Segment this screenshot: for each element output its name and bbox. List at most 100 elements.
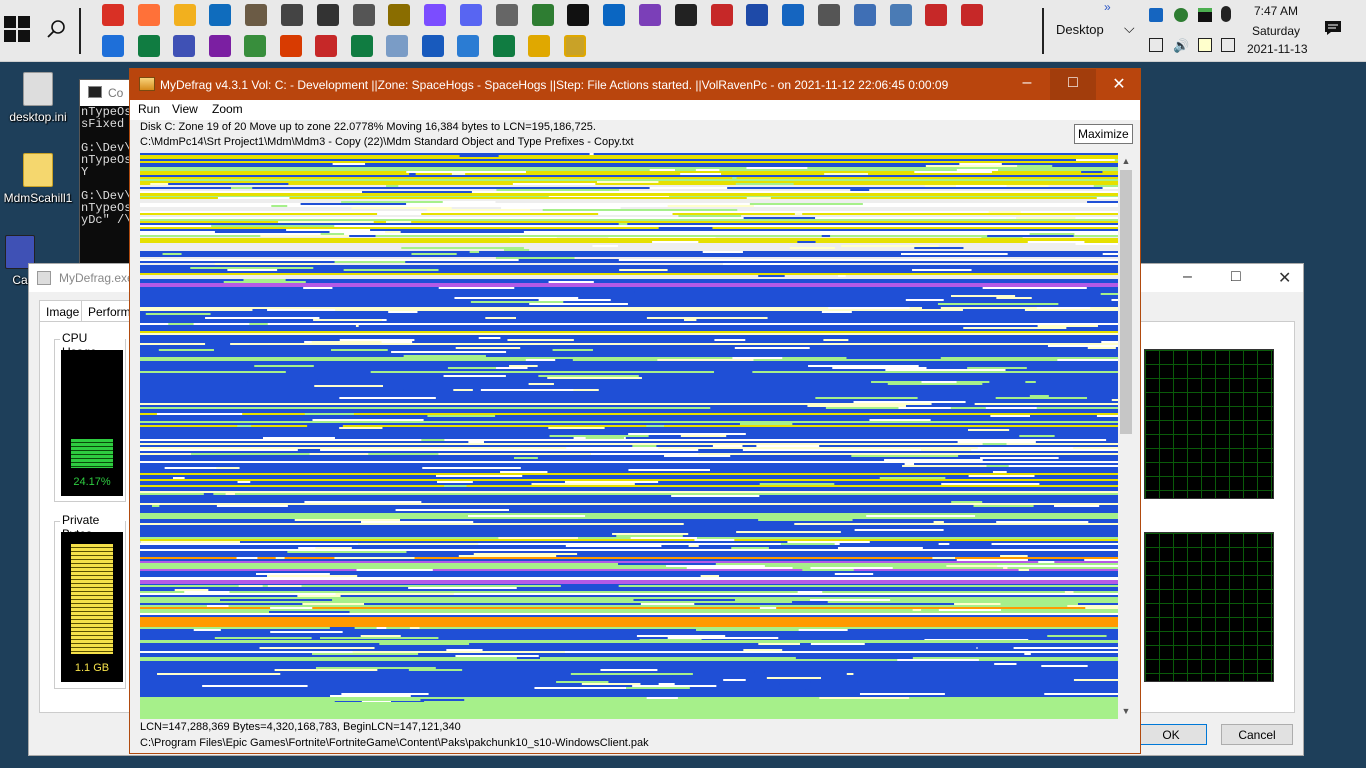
- folder-icon: [23, 153, 53, 187]
- menu-view[interactable]: View: [172, 102, 198, 116]
- document-icon[interactable]: [457, 35, 479, 57]
- desktop-icon-folder[interactable]: MdmScahill1: [0, 153, 76, 205]
- network-icon[interactable]: [1149, 38, 1163, 52]
- start-button[interactable]: [4, 16, 32, 44]
- firefox-icon[interactable]: [137, 4, 160, 26]
- notepad-icon[interactable]: [386, 35, 408, 57]
- cpu-usage-group: CPU Usage 24.17%: [54, 331, 126, 502]
- disk-cluster-map[interactable]: [140, 153, 1118, 719]
- app-icon[interactable]: [244, 35, 266, 57]
- scroll-up-arrow[interactable]: ▲: [1118, 153, 1134, 169]
- command-prompt-icon[interactable]: [674, 4, 697, 26]
- discord-icon[interactable]: [460, 4, 482, 26]
- notification-icon[interactable]: [1324, 20, 1342, 36]
- acrobat-icon[interactable]: [315, 35, 337, 57]
- desktop-icon-label: Ca: [12, 273, 28, 287]
- console-icon: [88, 86, 102, 98]
- app-icon[interactable]: [208, 35, 231, 57]
- settings-icon[interactable]: [818, 4, 840, 26]
- taskbar-separator: [1042, 8, 1044, 54]
- toolbar-more-chevron[interactable]: »: [1104, 0, 1111, 14]
- app-icon[interactable]: [173, 35, 195, 57]
- security-tray-icon[interactable]: [1174, 8, 1188, 22]
- vertical-scrollbar[interactable]: ▲ ▼: [1118, 153, 1134, 719]
- clock-time[interactable]: 7:47 AM: [1254, 4, 1298, 18]
- maximize-button[interactable]: □: [1050, 69, 1096, 100]
- scrollbar-thumb[interactable]: [1120, 170, 1132, 434]
- menu-zoom[interactable]: Zoom: [212, 102, 243, 116]
- cancel-button[interactable]: Cancel: [1221, 724, 1293, 745]
- menu-run[interactable]: Run: [138, 102, 160, 116]
- visual-studio-icon[interactable]: [639, 4, 661, 26]
- mydefrag-icon[interactable]: [563, 35, 586, 57]
- keyboard-icon[interactable]: [1221, 38, 1235, 52]
- search-button[interactable]: [42, 16, 70, 44]
- app-icon[interactable]: [528, 35, 550, 57]
- maximize-tooltip: Maximize: [1074, 124, 1133, 144]
- messenger-icon[interactable]: [424, 4, 447, 26]
- ok-button[interactable]: OK: [1135, 724, 1207, 745]
- app-icon[interactable]: [710, 4, 733, 26]
- word-icon[interactable]: [421, 35, 444, 57]
- app-icon[interactable]: [889, 4, 912, 26]
- spreadsheet-icon[interactable]: [492, 35, 515, 57]
- app-icon[interactable]: [853, 4, 876, 26]
- volume-icon[interactable]: 🔊: [1173, 38, 1189, 53]
- excel-icon[interactable]: [350, 35, 373, 57]
- current-file-path: C:\MdmPc14\Srt Project1\Mdm\Mdm3 - Copy …: [140, 136, 634, 148]
- chrome-icon[interactable]: [102, 4, 124, 26]
- tab-label: Image: [46, 305, 80, 319]
- status-line: Disk C: Zone 19 of 20 Move up to zone 22…: [140, 121, 596, 133]
- private-bytes-value: 1.1 GB: [74, 662, 110, 674]
- app-icon[interactable]: [281, 4, 303, 26]
- outlook-icon[interactable]: [209, 4, 232, 26]
- memory-history-graph: [1144, 532, 1274, 682]
- outlook-tray-icon[interactable]: [1149, 8, 1163, 22]
- mydefrag-title: MyDefrag v4.3.1 Vol: C: - Development ||…: [160, 78, 949, 92]
- scroll-down-arrow[interactable]: ▼: [1118, 703, 1134, 719]
- mydefrag-window[interactable]: MyDefrag v4.3.1 Vol: C: - Development ||…: [129, 68, 1141, 754]
- app-icon[interactable]: [316, 4, 339, 26]
- taskbar-separator: [79, 8, 81, 54]
- vs-code-icon[interactable]: [603, 4, 626, 26]
- gimp-icon[interactable]: [245, 4, 268, 26]
- cpu-usage-bar: [71, 439, 113, 468]
- maximize-button[interactable]: □: [1231, 268, 1241, 286]
- desktop-icon-label: MdmScahill1: [3, 191, 73, 205]
- checklist-icon[interactable]: [495, 4, 518, 26]
- close-button[interactable]: ✕: [1278, 268, 1291, 288]
- app-icon[interactable]: [137, 35, 160, 57]
- private-bytes-group: Private Bytes 1.1 GB: [54, 513, 126, 689]
- app-tray-icon-2[interactable]: [1198, 38, 1212, 52]
- app-tray-icon[interactable]: [1198, 8, 1212, 22]
- cpu-usage-meter: 24.17%: [61, 350, 123, 496]
- mydefrag-app-icon: [139, 77, 155, 91]
- office-icon[interactable]: [279, 35, 302, 57]
- app-icon[interactable]: [531, 4, 554, 26]
- tab-image[interactable]: Image: [39, 300, 87, 322]
- minimize-button[interactable]: –: [1183, 268, 1192, 286]
- minimize-button[interactable]: –: [1004, 69, 1050, 100]
- calculator-icon[interactable]: [782, 4, 805, 26]
- private-bytes-meter: 1.1 GB: [61, 532, 123, 682]
- mydefrag-titlebar[interactable]: MyDefrag v4.3.1 Vol: C: - Development ||…: [130, 69, 1140, 100]
- cpu-usage-value: 24.17%: [73, 476, 111, 488]
- chevron-down-icon[interactable]: ⌵: [1124, 20, 1135, 37]
- pdf-icon[interactable]: [961, 4, 984, 26]
- desktop-icon-label: desktop.ini: [9, 110, 67, 124]
- to-do-icon[interactable]: [102, 35, 124, 57]
- process-window-title: MyDefrag.exe: [59, 271, 134, 285]
- clock-day[interactable]: Saturday: [1252, 24, 1300, 38]
- desktop-icon-desktop-ini[interactable]: desktop.ini: [0, 72, 76, 124]
- app-icon[interactable]: [352, 4, 375, 26]
- app-icon[interactable]: [388, 4, 411, 26]
- terminal-icon[interactable]: [567, 4, 590, 26]
- close-button[interactable]: ✕: [1096, 69, 1142, 100]
- clock-date[interactable]: 2021-11-13: [1247, 42, 1308, 56]
- powershell-icon[interactable]: [746, 4, 769, 26]
- desktop-toolbar-label[interactable]: Desktop: [1056, 22, 1104, 37]
- app-icon[interactable]: [925, 4, 948, 26]
- microphone-icon[interactable]: [1221, 6, 1231, 22]
- file-explorer-icon[interactable]: [173, 4, 196, 26]
- lcn-info: LCN=147,288,369 Bytes=4,320,168,783, Beg…: [140, 721, 461, 733]
